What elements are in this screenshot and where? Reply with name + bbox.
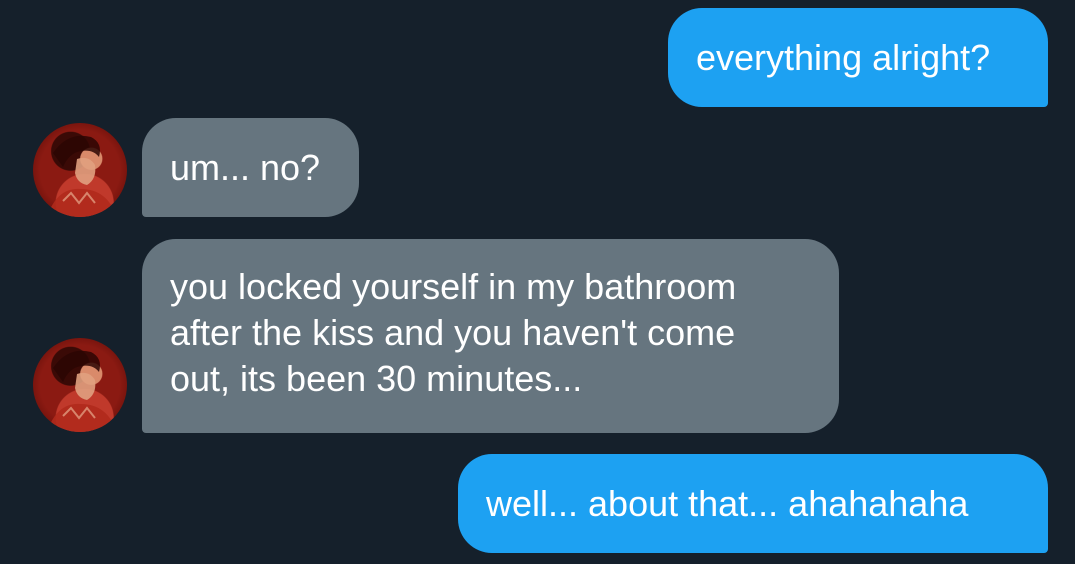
sent-message-bubble[interactable]: well... about that... ahahahaha	[458, 454, 1048, 553]
received-message-bubble[interactable]: you locked yourself in my bathroom after…	[142, 239, 839, 433]
sent-message-bubble[interactable]: everything alright?	[668, 8, 1048, 107]
contact-avatar[interactable]	[33, 338, 127, 432]
received-message-bubble[interactable]: um... no?	[142, 118, 359, 217]
avatar-photo-icon	[47, 135, 117, 217]
avatar-photo-icon	[47, 350, 117, 432]
contact-avatar[interactable]	[33, 123, 127, 217]
